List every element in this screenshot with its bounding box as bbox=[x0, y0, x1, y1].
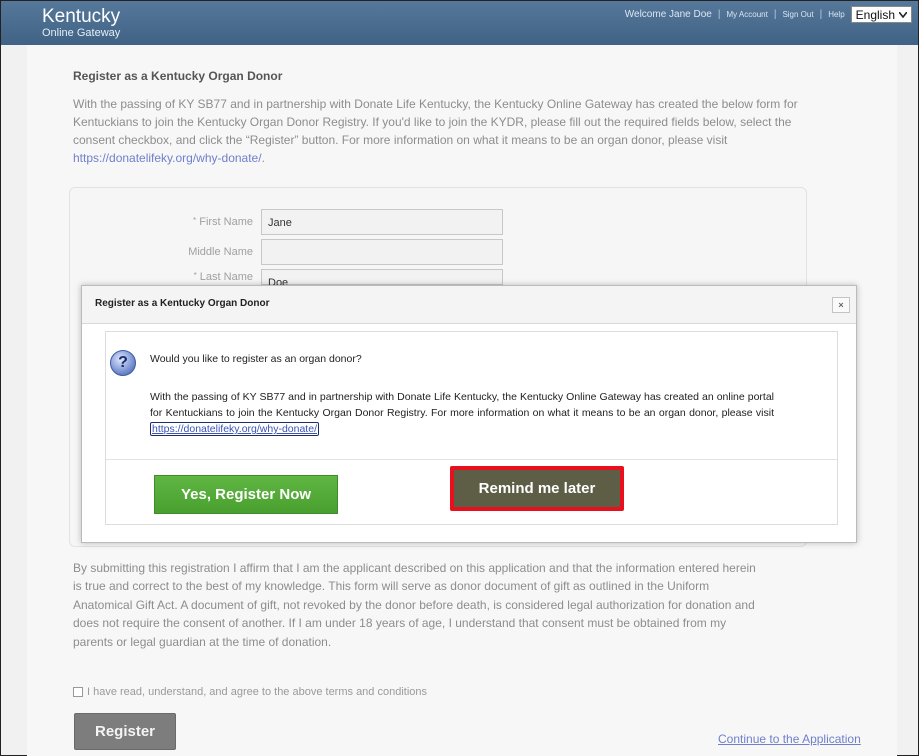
intro-body: With the passing of KY SB77 and in partn… bbox=[73, 97, 798, 147]
help-link[interactable]: Help bbox=[828, 10, 844, 19]
close-icon: × bbox=[838, 300, 844, 310]
register-button[interactable]: Register bbox=[74, 713, 176, 750]
first-name-label: * First Name bbox=[164, 216, 261, 228]
separator: | bbox=[717, 9, 721, 20]
dialog-header: Register as a Kentucky Organ Donor × bbox=[82, 286, 856, 324]
close-button[interactable]: × bbox=[832, 297, 850, 313]
dialog-message-body: With the passing of KY SB77 and in partn… bbox=[150, 391, 774, 419]
first-name-label-text: First Name bbox=[199, 216, 253, 228]
header-links: Welcome Jane Doe | My Account | Sign Out… bbox=[625, 6, 912, 23]
middle-name-row: Middle Name bbox=[164, 239, 503, 265]
first-name-input[interactable]: Jane bbox=[261, 209, 503, 235]
dialog-title: Register as a Kentucky Organ Donor bbox=[95, 298, 270, 309]
terms-label[interactable]: I have read, understand, and agree to th… bbox=[87, 686, 427, 698]
dialog-question: Would you like to register as an organ d… bbox=[150, 353, 362, 365]
language-value: English bbox=[855, 7, 895, 22]
top-header: Kentucky Online Gateway Welcome Jane Doe… bbox=[1, 1, 918, 45]
intro-text: With the passing of KY SB77 and in partn… bbox=[73, 95, 813, 167]
my-account-link[interactable]: My Account bbox=[726, 10, 767, 19]
first-name-row: * First Name Jane bbox=[164, 209, 503, 235]
separator: | bbox=[819, 9, 823, 20]
dialog-divider bbox=[106, 459, 837, 460]
dialog-body: ? Would you like to register as an organ… bbox=[105, 331, 838, 525]
continue-to-application-link[interactable]: Continue to the Application bbox=[718, 732, 861, 746]
terms-row: I have read, understand, and agree to th… bbox=[73, 686, 427, 698]
last-name-input[interactable]: Doe bbox=[261, 269, 503, 289]
brand-subtitle: Online Gateway bbox=[42, 27, 121, 39]
middle-name-input[interactable] bbox=[261, 239, 503, 265]
middle-name-label: Middle Name bbox=[188, 246, 253, 258]
chevron-down-icon bbox=[899, 11, 907, 18]
last-name-label: * Last Name bbox=[164, 271, 261, 283]
yes-register-now-button[interactable]: Yes, Register Now bbox=[154, 475, 338, 514]
remind-later-highlight: Remind me later bbox=[450, 466, 624, 511]
last-name-row: * Last Name Doe bbox=[164, 269, 503, 289]
language-select[interactable]: English bbox=[850, 6, 912, 23]
page-title: Register as a Kentucky Organ Donor bbox=[73, 69, 283, 83]
remind-me-later-button[interactable]: Remind me later bbox=[454, 470, 620, 507]
sign-out-link[interactable]: Sign Out bbox=[782, 10, 813, 19]
last-name-label-text: Last Name bbox=[199, 271, 253, 283]
organ-donor-dialog: Register as a Kentucky Organ Donor × ? W… bbox=[81, 285, 857, 543]
brand-logo[interactable]: Kentucky Online Gateway bbox=[42, 6, 120, 40]
required-mark: * bbox=[193, 216, 197, 225]
terms-checkbox[interactable] bbox=[73, 687, 83, 697]
required-mark: * bbox=[193, 271, 197, 280]
brand-title: Kentucky bbox=[42, 6, 121, 27]
intro-period: . bbox=[261, 151, 265, 165]
dialog-donate-link[interactable]: https://donatelifeky.org/why-donate/ bbox=[150, 422, 319, 436]
donate-info-link[interactable]: https://donatelifeky.org/why-donate/ bbox=[73, 151, 262, 165]
welcome-text: Welcome Jane Doe bbox=[624, 9, 712, 20]
dialog-message: With the passing of KY SB77 and in partn… bbox=[150, 389, 774, 437]
question-icon: ? bbox=[110, 350, 136, 376]
separator: | bbox=[773, 9, 777, 20]
consent-disclaimer: By submitting this registration I affirm… bbox=[73, 561, 756, 649]
